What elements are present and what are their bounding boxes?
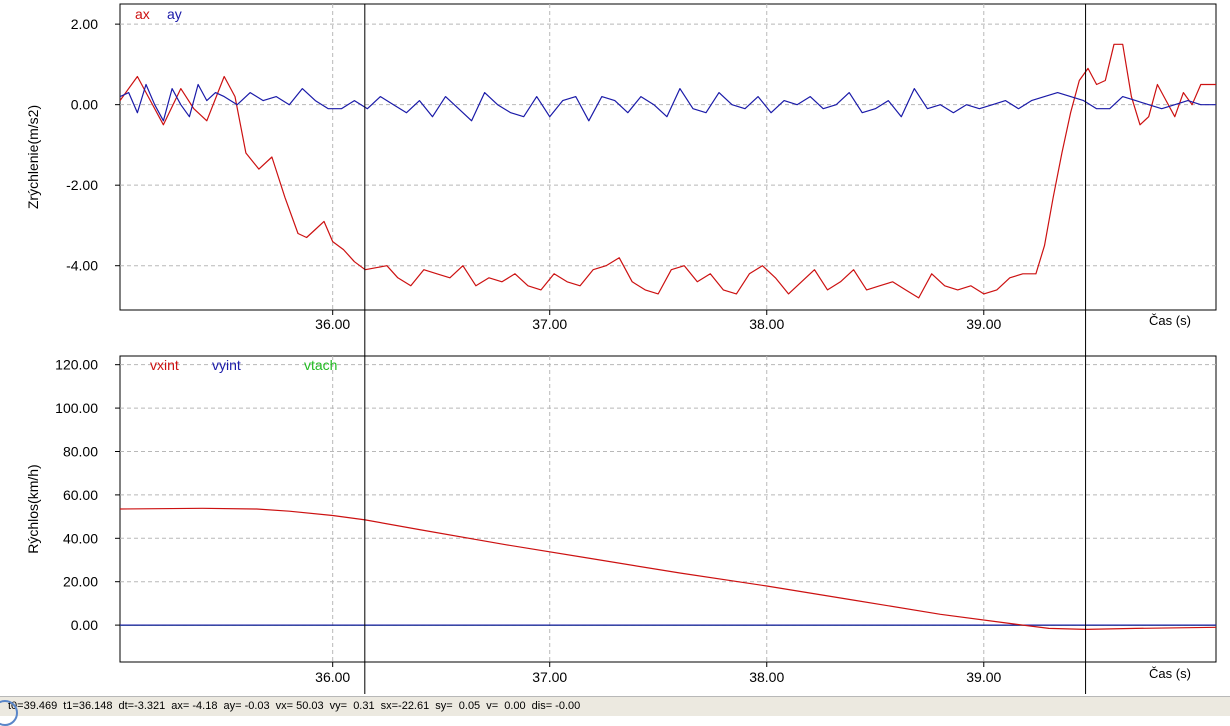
status-vx: vx= 50.03 — [275, 700, 324, 712]
chart-panel-2: 36.00 37.00 38.00 39.00 120.00 100.00 80.00 60.… — [25, 355, 1217, 694]
x-tick-label: 37.00 — [532, 316, 567, 332]
x-tick-label: 38.00 — [749, 316, 784, 332]
status-vy: vy= 0.31 — [329, 700, 375, 712]
y-tick-label: 80.00 — [63, 443, 98, 459]
x-axis-label: Čas (s) — [1149, 313, 1191, 328]
y-tick-label: 100.00 — [55, 400, 98, 416]
x-tick-label: 39.00 — [966, 316, 1001, 332]
status-ax: ax= -4.18 — [171, 700, 218, 712]
plot-frame — [119, 3, 1217, 311]
status-dis: dis= -0.00 — [531, 700, 581, 712]
status-sy: sy= 0.05 — [435, 700, 481, 712]
x-tick-label: 36.00 — [315, 669, 350, 685]
legend-vxint: vxint — [150, 357, 179, 373]
status-sx: sx=-22.61 — [380, 700, 430, 712]
legend-vtach: vtach — [304, 357, 337, 373]
y-tick-label: 0.00 — [71, 97, 98, 113]
y-axis-label: Rýchlos(km/h) — [25, 464, 41, 553]
x-axis-label: Čas (s) — [1149, 666, 1191, 681]
y-tick-label: 120.00 — [55, 357, 98, 373]
status-ay: ay= -0.03 — [223, 700, 270, 712]
legend-ax: ax — [135, 6, 150, 22]
x-tick-label: 37.00 — [532, 669, 567, 685]
x-tick-label: 36.00 — [315, 316, 350, 332]
x-tick-label: 38.00 — [749, 669, 784, 685]
legend-ay: ay — [167, 6, 182, 22]
y-tick-label: -4.00 — [66, 258, 98, 274]
y-tick-label: 40.00 — [63, 530, 98, 546]
plot-frame — [119, 355, 1217, 663]
chart-panel-1: 36.00 37.00 38.00 39.00 2.00 0.00 -2.00 -4.00 Zr… — [25, 3, 1217, 356]
y-tick-label: 0.00 — [71, 617, 98, 633]
y-tick-label: -2.00 — [66, 177, 98, 193]
y-axis-label: Zrýchlenie(m/s2) — [25, 105, 41, 209]
status-t1: t1=36.148 — [63, 700, 113, 712]
x-tick-label: 39.00 — [966, 669, 1001, 685]
status-v: v= 0.00 — [486, 700, 526, 712]
y-tick-label: 60.00 — [63, 487, 98, 503]
chart-canvas: 36.00 37.00 38.00 39.00 2.00 0.00 -2.00 -4.00 Zr… — [25, 3, 1217, 694]
y-tick-label: 20.00 — [63, 574, 98, 590]
legend-vyint: vyint — [212, 357, 241, 373]
status-dt: dt=-3.321 — [118, 700, 166, 712]
y-tick-label: 2.00 — [71, 16, 98, 32]
status-bar: t0=39.469 t1=36.148 dt=-3.321 ax= -4.18 ay= … — [0, 696, 1230, 716]
